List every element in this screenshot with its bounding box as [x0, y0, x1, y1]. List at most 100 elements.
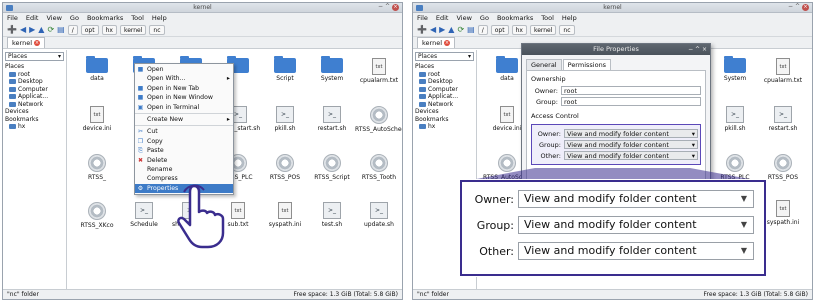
file-item[interactable]: >_ pkill.sh [711, 106, 759, 132]
tab-general[interactable]: General [526, 59, 562, 70]
context-menu-item[interactable]: ❐ Copy [135, 137, 233, 146]
sidebar-item-root[interactable]: root [415, 71, 474, 79]
file-item[interactable]: txt cpualarm.txt [355, 58, 402, 84]
maximize-icon[interactable]: ^ [795, 3, 802, 10]
drive-icon[interactable]: ▤ [57, 25, 65, 34]
breadcrumb-nc[interactable]: nc [149, 24, 165, 35]
tab-kernel[interactable]: kernel × [417, 37, 456, 48]
breadcrumb-nc[interactable]: nc [559, 24, 575, 35]
maximize-icon[interactable]: ^ [385, 3, 392, 10]
sidebar-selector[interactable]: Places [415, 52, 474, 61]
breadcrumb-root[interactable]: / [67, 24, 78, 35]
menu-bookmarks[interactable]: Bookmarks [497, 14, 533, 22]
forward-icon[interactable]: ▶ [29, 25, 35, 34]
sidebar-item-computer[interactable]: Computer [415, 86, 474, 94]
tab-permissions[interactable]: Permissions [562, 59, 612, 70]
sidebar-item-network[interactable]: Network [415, 101, 474, 109]
context-menu-item[interactable]: ✖ Delete [135, 156, 233, 165]
breadcrumb-opt[interactable]: opt [80, 24, 99, 35]
refresh-icon[interactable]: ⟳ [47, 25, 54, 34]
file-item[interactable]: System [308, 56, 356, 82]
sidebar-item-computer[interactable]: Computer [5, 86, 64, 94]
forward-icon[interactable]: ▶ [439, 25, 445, 34]
menu-go[interactable]: Go [480, 14, 489, 22]
refresh-icon[interactable]: ⟳ [457, 25, 464, 34]
sidebar-item-hx[interactable]: hx [415, 123, 474, 131]
group-access-select[interactable]: View and modify folder content [564, 140, 698, 149]
group-field[interactable]: root [561, 97, 701, 106]
tab-kernel[interactable]: kernel × [7, 37, 46, 48]
sidebar-item-applications[interactable]: Applicat... [5, 93, 64, 101]
file-item[interactable]: RTSS_XKco [73, 202, 121, 229]
menu-edit[interactable]: Edit [436, 14, 449, 22]
file-item[interactable]: data [73, 56, 121, 82]
sidebar-item-hx[interactable]: hx [5, 123, 64, 131]
menu-view[interactable]: View [46, 14, 61, 22]
new-tab-icon[interactable]: ➕ [417, 25, 427, 34]
menu-help[interactable]: Help [562, 14, 577, 22]
close-icon[interactable]: × [392, 4, 399, 11]
sidebar-item-desktop[interactable]: Desktop [5, 78, 64, 86]
up-icon[interactable]: ▲ [38, 25, 44, 34]
file-item[interactable]: txt syspath.ini [759, 200, 807, 226]
context-menu-item[interactable]: ✂ Cut [135, 127, 233, 136]
file-item[interactable]: RTSS_Script [308, 154, 356, 181]
minimize-icon[interactable]: − [378, 3, 385, 10]
close-icon[interactable]: × [802, 4, 809, 11]
breadcrumb-kernel[interactable]: kernel [529, 24, 557, 35]
file-item[interactable]: txt syspath.ini [261, 202, 309, 228]
sidebar-selector[interactable]: Places [5, 52, 64, 61]
file-item[interactable]: System [711, 56, 759, 82]
breadcrumb-hx[interactable]: hx [511, 24, 527, 35]
owner-field[interactable]: root [561, 86, 701, 95]
sidebar-item-applications[interactable]: Applicat... [415, 93, 474, 101]
minimize-icon[interactable]: − [788, 3, 795, 10]
zoom-owner-select[interactable]: View and modify folder content ▼ [518, 190, 754, 208]
file-item[interactable]: >_ pkill.sh [261, 106, 309, 132]
file-item[interactable]: >_ restart.sh [759, 106, 807, 132]
menu-file[interactable]: File [7, 14, 18, 22]
menu-view[interactable]: View [456, 14, 471, 22]
up-icon[interactable]: ▲ [448, 25, 454, 34]
menu-bookmarks[interactable]: Bookmarks [87, 14, 123, 22]
sidebar-item-root[interactable]: root [5, 71, 64, 79]
file-item[interactable]: txt cpualarm.txt [759, 58, 807, 84]
file-item[interactable]: >_ Schedule [120, 202, 168, 228]
drive-icon[interactable]: ▤ [467, 25, 475, 34]
menu-tool[interactable]: Tool [131, 14, 144, 22]
file-item[interactable]: RTSS_POS [261, 154, 309, 181]
breadcrumb-kernel[interactable]: kernel [119, 24, 147, 35]
zoom-group-select[interactable]: View and modify folder content ▼ [518, 216, 754, 234]
dialog-close-icon[interactable]: − ^ × [688, 44, 707, 55]
tab-close-icon[interactable]: × [34, 40, 41, 46]
context-menu-item[interactable]: Create New ▸ [135, 115, 233, 124]
back-icon[interactable]: ◀ [20, 25, 26, 34]
context-menu-item[interactable]: Open With... ▸ [135, 74, 233, 83]
file-item[interactable]: RTSS_PLC [711, 154, 759, 181]
context-menu-item[interactable]: ⎘ Paste [135, 146, 233, 155]
breadcrumb-hx[interactable]: hx [101, 24, 117, 35]
file-item[interactable]: RTSS_AutoScheduler [355, 106, 402, 133]
window-controls[interactable]: −^× [788, 3, 809, 11]
menu-go[interactable]: Go [70, 14, 79, 22]
tab-close-icon[interactable]: × [444, 40, 451, 46]
owner-access-select[interactable]: View and modify folder content [564, 129, 698, 138]
menu-help[interactable]: Help [152, 14, 167, 22]
file-item[interactable]: RTSS_ [73, 154, 121, 181]
file-item[interactable]: RTSS_POS [759, 154, 807, 181]
back-icon[interactable]: ◀ [430, 25, 436, 34]
file-item[interactable]: >_ test.sh [308, 202, 356, 228]
file-item[interactable]: Script [261, 56, 309, 82]
context-menu-item[interactable]: Rename [135, 165, 233, 174]
menu-tool[interactable]: Tool [541, 14, 554, 22]
breadcrumb-opt[interactable]: opt [490, 24, 509, 35]
sidebar-item-network[interactable]: Network [5, 101, 64, 109]
menu-file[interactable]: File [417, 14, 428, 22]
window-controls[interactable]: −^× [378, 3, 399, 11]
zoom-other-select[interactable]: View and modify folder content ▼ [518, 242, 754, 260]
menu-edit[interactable]: Edit [26, 14, 39, 22]
new-tab-icon[interactable]: ➕ [7, 25, 17, 34]
other-access-select[interactable]: View and modify folder content [564, 151, 698, 160]
context-menu-item[interactable]: ▣ Open in Terminal [135, 103, 233, 112]
file-item[interactable]: >_ update.sh [355, 202, 402, 228]
